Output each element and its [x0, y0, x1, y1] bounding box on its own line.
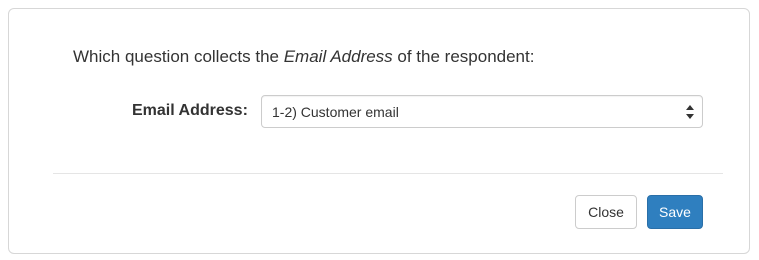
- close-button[interactable]: Close: [575, 195, 637, 229]
- prompt-text-end: of the respondent:: [392, 47, 535, 66]
- prompt-text-start: Which question collects the: [73, 47, 284, 66]
- email-address-label: Email Address:: [132, 102, 248, 119]
- prompt-text-emphasis: Email Address: [283, 47, 393, 66]
- email-question-select[interactable]: 1-2) Customer email: [261, 95, 703, 128]
- save-button[interactable]: Save: [647, 195, 703, 229]
- footer-divider: [53, 173, 723, 174]
- question-prompt: Which question collects the Email Addres…: [73, 47, 534, 67]
- select-updown-icon: [686, 105, 694, 119]
- modal-dialog: Which question collects the Email Addres…: [8, 8, 750, 254]
- select-value: 1-2) Customer email: [272, 104, 399, 120]
